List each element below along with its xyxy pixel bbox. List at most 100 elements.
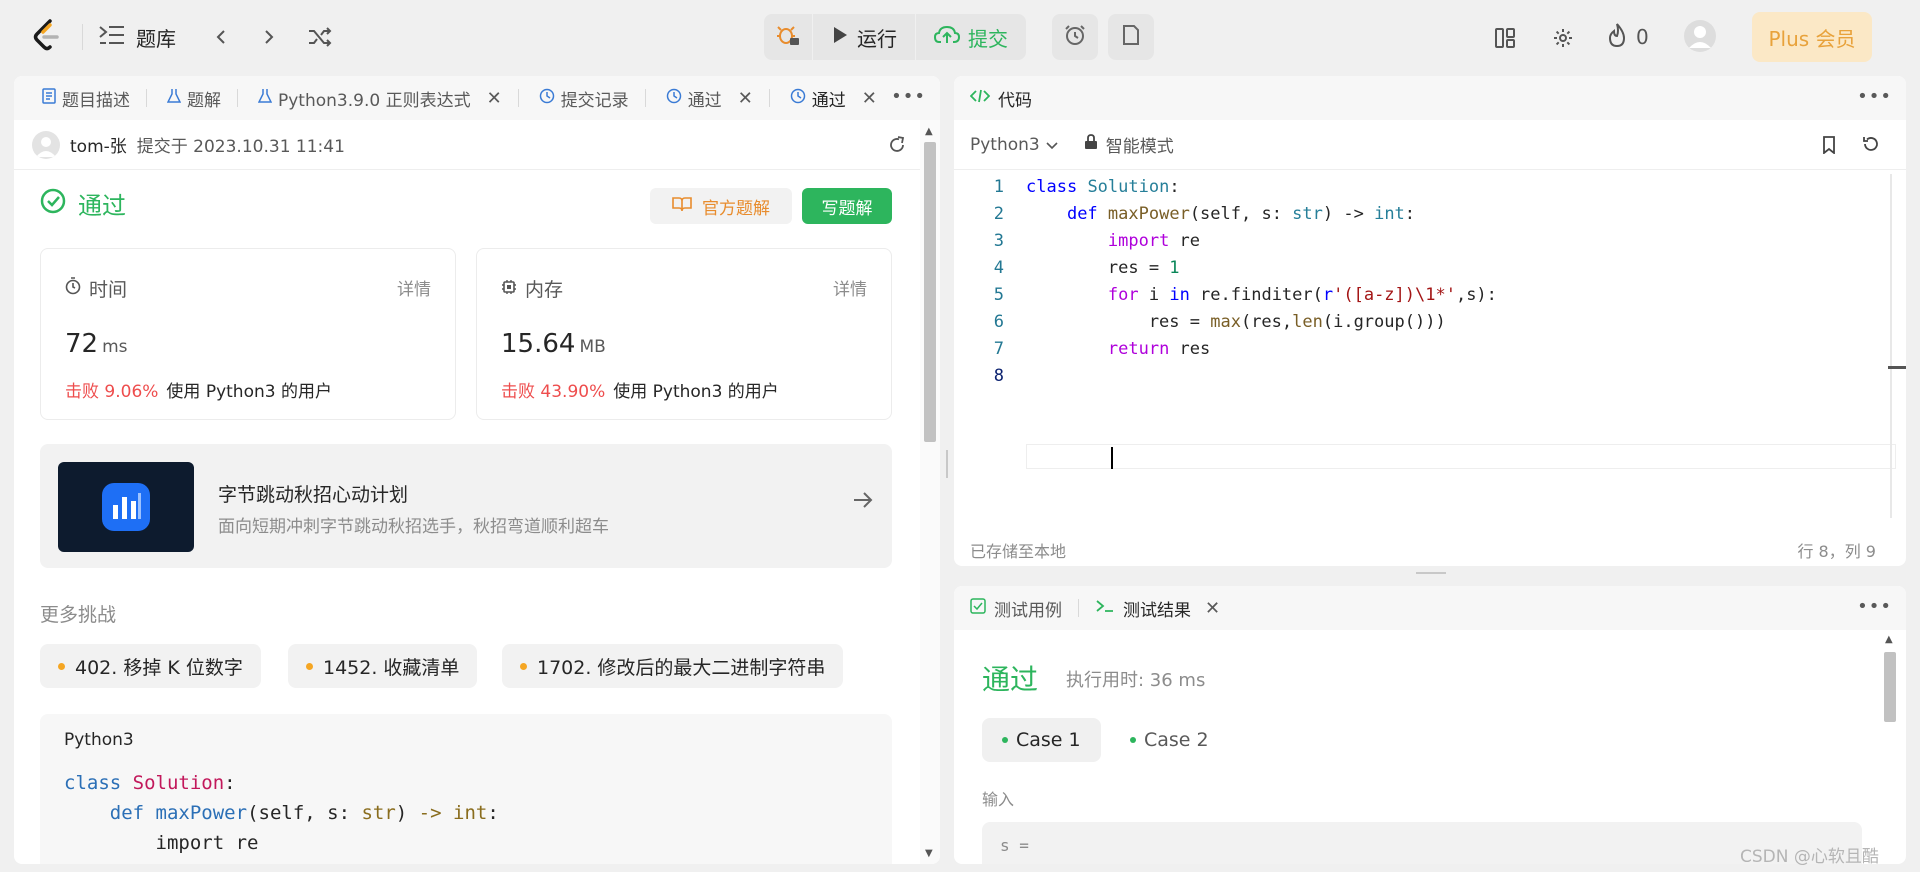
history-icon bbox=[790, 88, 806, 109]
flask-icon bbox=[257, 88, 273, 109]
submitter-avatar[interactable] bbox=[32, 130, 60, 159]
arrow-right-icon bbox=[852, 490, 874, 514]
line-number: 6 bbox=[993, 312, 1004, 332]
streak-counter[interactable]: 0 bbox=[1606, 22, 1649, 52]
play-icon bbox=[831, 25, 849, 50]
input-label: 输入 bbox=[982, 790, 1015, 809]
tab-regex-article[interactable]: Python3.9.0 正则表达式 ✕ bbox=[248, 76, 529, 120]
runtime-beat: 击败 9.06% bbox=[65, 382, 159, 402]
terminal-icon bbox=[1095, 598, 1115, 619]
submit-label: 提交 bbox=[968, 26, 1008, 51]
debug-button[interactable] bbox=[764, 14, 812, 60]
history-icon bbox=[539, 88, 555, 109]
tab-regex-article-label: Python3.9.0 正则表达式 bbox=[278, 90, 471, 111]
run-submit-group: 运行 提交 bbox=[764, 14, 1026, 60]
lock-icon bbox=[1084, 134, 1098, 155]
more-icon[interactable]: ••• bbox=[1857, 596, 1892, 617]
current-line-highlight bbox=[1026, 444, 1896, 469]
memory-beat: 击败 43.90% bbox=[501, 382, 606, 402]
list-icon bbox=[98, 24, 126, 51]
alarm-clock-icon bbox=[1064, 24, 1086, 50]
code-line: res = 1 bbox=[1026, 258, 1180, 278]
checkbox-icon bbox=[970, 597, 986, 619]
runtime-card[interactable]: 时间 详情 72 ms 击败 9.06% 使用 Python3 的用户 bbox=[40, 248, 456, 420]
close-icon[interactable]: ✕ bbox=[487, 88, 502, 109]
language-value: Python3 bbox=[970, 134, 1040, 155]
tab-description[interactable]: 题目描述 bbox=[32, 76, 157, 120]
promo-banner[interactable]: 字节跳动秋招心动计划 面向短期冲刺字节跳动秋招选手，秋招弯道顺利超车 bbox=[40, 444, 892, 568]
language-select[interactable]: Python3 bbox=[970, 135, 1058, 155]
runtime-value-row: 72 ms bbox=[65, 329, 128, 359]
tab-accepted-1[interactable]: 通过 ✕ bbox=[656, 76, 780, 120]
runtime-detail-link[interactable]: 详情 bbox=[397, 275, 431, 300]
line-number: 5 bbox=[993, 285, 1004, 305]
share-icon[interactable] bbox=[888, 136, 906, 159]
code-editor[interactable]: 1 2 3 4 5 6 7 8 class Solution: def maxP… bbox=[954, 174, 1906, 514]
alarm-button[interactable] bbox=[1052, 14, 1098, 60]
promo-logo bbox=[58, 462, 194, 552]
challenge-item[interactable]: 402. 移掉 K 位数字 bbox=[40, 644, 261, 688]
code-tab-bar: 代码 ••• bbox=[954, 76, 1906, 120]
runtime-value: 72 bbox=[65, 329, 99, 359]
smart-mode-toggle[interactable]: 智能模式 bbox=[1084, 132, 1174, 157]
memory-card[interactable]: 内存 详情 15.64 MB 击败 43.90% 使用 Python3 的用户 bbox=[476, 248, 892, 420]
case-2-tab[interactable]: Case 2 bbox=[1110, 718, 1229, 762]
tab-accepted-2[interactable]: 通过 ✕ bbox=[780, 76, 887, 120]
code-token: maxPower bbox=[155, 802, 248, 824]
code-token: class bbox=[64, 772, 122, 794]
tab-testcases[interactable]: 测试用例 bbox=[970, 596, 1062, 621]
horizontal-splitter[interactable] bbox=[1416, 572, 1446, 574]
code-tab-label[interactable]: 代码 bbox=[998, 86, 1032, 111]
test-result-panel: 测试用例 测试结果 ✕ ••• 通过 执行用时: 36 ms Case 1 Ca… bbox=[954, 586, 1906, 864]
problem-list-button[interactable]: 题库 bbox=[98, 20, 176, 54]
input-value-box: s = bbox=[982, 822, 1862, 864]
top-bar: 题库 运行 提交 0 Plus 会员 bbox=[0, 0, 1920, 74]
submission-status: 通过 bbox=[40, 186, 126, 221]
tab-test-result[interactable]: 测试结果 ✕ bbox=[1095, 596, 1220, 621]
more-icon[interactable]: ••• bbox=[1857, 86, 1892, 107]
left-scrollbar[interactable]: ▲ ▼ bbox=[920, 120, 940, 864]
more-icon[interactable]: ••• bbox=[891, 86, 926, 107]
watermark: CSDN @心软且酷 bbox=[1740, 847, 1879, 867]
user-avatar[interactable] bbox=[1684, 20, 1716, 52]
tab-solutions[interactable]: 题解 bbox=[157, 76, 248, 120]
bookmark-icon[interactable] bbox=[1822, 136, 1836, 159]
challenge-item[interactable]: 1452. 收藏清单 bbox=[288, 644, 478, 688]
code-token: def bbox=[109, 802, 145, 824]
layout-icon[interactable] bbox=[1490, 24, 1520, 52]
notes-button[interactable] bbox=[1108, 14, 1154, 60]
shuffle-icon[interactable] bbox=[304, 22, 336, 52]
scrollbar-thumb[interactable] bbox=[1884, 652, 1896, 722]
gear-icon[interactable] bbox=[1548, 24, 1578, 52]
submitter-row: tom-张 提交于 2023.10.31 11:41 bbox=[14, 120, 920, 170]
tab-test-result-label: 测试结果 bbox=[1123, 600, 1191, 621]
run-button[interactable]: 运行 bbox=[813, 14, 915, 60]
close-icon[interactable]: ✕ bbox=[738, 88, 753, 109]
official-solution-button[interactable]: 官方题解 bbox=[650, 188, 792, 224]
submitter-name[interactable]: tom-张 bbox=[70, 132, 127, 157]
check-circle-icon bbox=[40, 188, 66, 220]
prev-problem-button[interactable] bbox=[210, 24, 232, 50]
submit-time: 提交于 2023.10.31 11:41 bbox=[136, 137, 345, 157]
close-icon[interactable]: ✕ bbox=[862, 88, 877, 109]
code-token: Solution bbox=[132, 772, 225, 794]
memory-detail-link[interactable]: 详情 bbox=[833, 275, 867, 300]
test-scrollbar[interactable]: ▲ bbox=[1880, 630, 1900, 864]
challenge-item[interactable]: 1702. 修改后的最大二进制字符串 bbox=[502, 644, 844, 688]
reset-icon[interactable] bbox=[1862, 135, 1880, 158]
close-icon[interactable]: ✕ bbox=[1205, 598, 1220, 619]
case-1-tab[interactable]: Case 1 bbox=[982, 718, 1101, 762]
save-status: 已存储至本地 bbox=[970, 542, 1067, 561]
panel-splitter[interactable] bbox=[946, 450, 948, 478]
submit-button[interactable]: 提交 bbox=[916, 14, 1026, 60]
tab-submissions[interactable]: 提交记录 bbox=[529, 76, 656, 120]
next-problem-button[interactable] bbox=[258, 24, 280, 50]
plus-membership-button[interactable]: Plus 会员 bbox=[1752, 12, 1872, 62]
case-1-label: Case 1 bbox=[1016, 729, 1081, 751]
leetcode-logo-icon[interactable] bbox=[30, 18, 64, 54]
write-solution-button[interactable]: 写题解 bbox=[802, 188, 892, 224]
minimap-marker bbox=[1888, 366, 1906, 369]
scrollbar-thumb[interactable] bbox=[924, 142, 936, 442]
challenge-label: 1702. 修改后的最大二进制字符串 bbox=[537, 656, 826, 679]
chip-icon bbox=[501, 278, 517, 300]
